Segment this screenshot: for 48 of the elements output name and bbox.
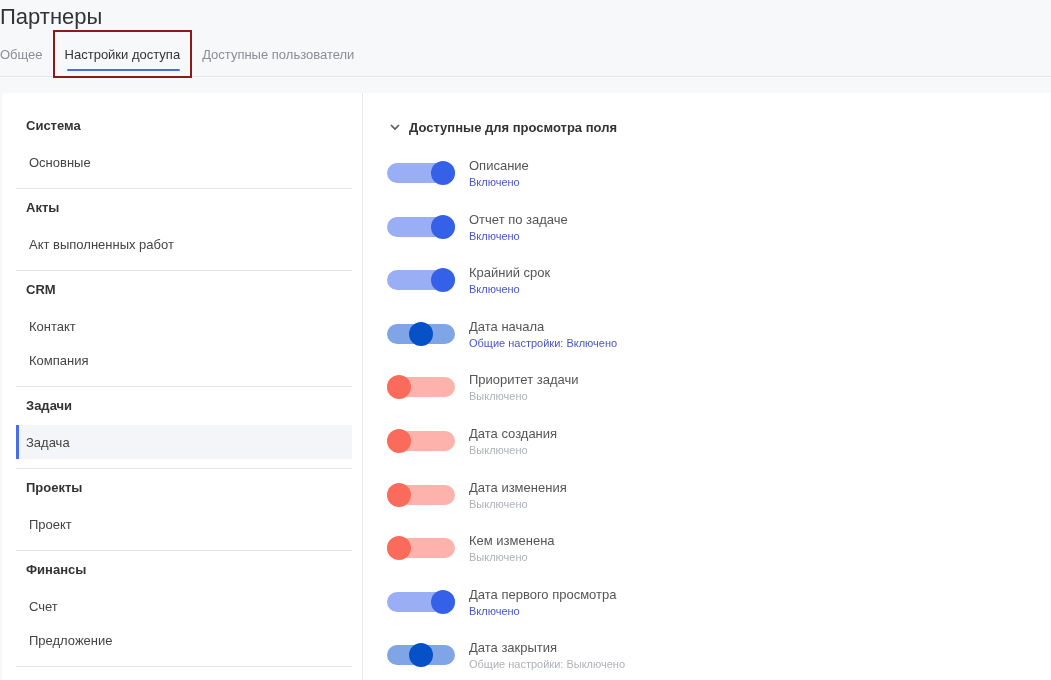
field-label: Дата первого просмотра <box>469 585 617 603</box>
toggle-switch[interactable] <box>387 216 455 237</box>
toggle-switch[interactable] <box>387 270 455 291</box>
page-title: Партнеры <box>0 3 103 31</box>
field-label: Дата закрытия <box>469 639 559 657</box>
field-label: Кем изменена <box>469 532 555 550</box>
field-status: Выключено <box>469 442 529 458</box>
sidebar-group-title: Проекты <box>25 479 84 497</box>
field-label: Отчет по задаче <box>469 210 568 228</box>
sidebar-item[interactable]: Проект <box>16 507 352 541</box>
field-label: Дата начала <box>469 317 546 335</box>
sidebar-item[interactable]: Компания <box>16 343 352 377</box>
sidebar-group-title: Задачи <box>25 397 74 415</box>
tab[interactable]: Настройки доступа <box>54 32 191 76</box>
field-status: Включено <box>469 282 521 298</box>
sidebar-item[interactable]: Акт выполненных работ <box>16 227 352 261</box>
field-status: Включено <box>469 228 521 244</box>
toggle-switch[interactable] <box>387 538 455 559</box>
field-label: Дата изменения <box>469 478 567 496</box>
toggle-switch[interactable] <box>387 484 455 505</box>
section-title: Доступные для просмотра поля <box>409 119 617 135</box>
field-status: Выключено <box>469 389 529 405</box>
field-label: Описание <box>469 157 529 174</box>
sidebar-group-title: Система <box>25 117 82 135</box>
field-label: Приоритет задачи <box>469 371 579 389</box>
toggle-switch[interactable] <box>387 163 455 183</box>
field-status: Выключено <box>469 550 529 566</box>
toggle-switch[interactable] <box>387 591 455 612</box>
sidebar-item[interactable]: Счет <box>16 589 352 623</box>
sidebar-item[interactable]: Предложение <box>16 623 352 657</box>
sidebar-group-title: Финансы <box>25 561 88 579</box>
toggle-switch[interactable] <box>387 645 455 666</box>
sidebar-item[interactable]: Контакт <box>16 309 352 343</box>
field-status: Общие настройки: Выключено <box>469 657 626 673</box>
field-status: Выключено <box>469 496 529 512</box>
sidebar-item[interactable]: Основные <box>16 145 352 179</box>
field-status: Включено <box>469 603 521 619</box>
field-status: Общие настройки: Включено <box>469 335 618 351</box>
toggle-switch[interactable] <box>387 377 455 398</box>
sidebar-group-title: Акты <box>25 199 61 217</box>
chevron-icon[interactable] <box>389 121 401 133</box>
field-label: Крайний срок <box>469 264 551 282</box>
sidebar-group-title: CRM <box>25 281 57 299</box>
toggle-switch[interactable] <box>387 430 455 451</box>
toggle-switch[interactable] <box>387 323 455 344</box>
field-label: Дата создания <box>469 424 558 442</box>
sidebar-item[interactable]: Задача <box>16 425 352 459</box>
field-status: Включено <box>469 175 521 190</box>
